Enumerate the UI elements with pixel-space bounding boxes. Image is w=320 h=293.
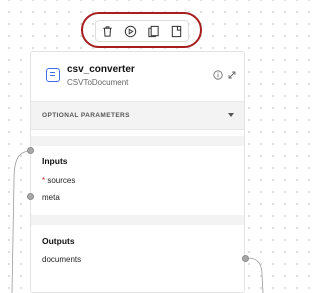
optional-parameters-toggle[interactable]: OPTIONAL PARAMETERS [31, 101, 244, 130]
input-port-label: meta [42, 193, 60, 202]
node-toolbar-highlight [81, 12, 202, 48]
output-handle-documents[interactable] [242, 255, 249, 262]
caret-down-icon [228, 113, 234, 117]
section-divider [31, 215, 244, 225]
node-toolbar [95, 20, 189, 42]
input-port-label: sources [47, 176, 76, 185]
run-button[interactable] [123, 23, 139, 39]
document-icon [46, 68, 60, 82]
required-marker: * [42, 176, 46, 185]
outputs-title: Outputs [42, 236, 75, 246]
info-icon[interactable] [213, 70, 223, 80]
optional-parameters-label: OPTIONAL PARAMETERS [42, 112, 130, 119]
inputs-title: Inputs [42, 156, 68, 166]
input-handle-sources[interactable] [27, 147, 34, 154]
input-port-meta: meta [42, 193, 60, 202]
save-button[interactable] [169, 23, 185, 39]
output-port-label: documents [42, 255, 82, 264]
duplicate-button[interactable] [146, 23, 162, 39]
node-type: CSVToDocument [67, 78, 129, 87]
trash-icon [103, 25, 112, 37]
play-icon [124, 25, 137, 37]
input-port-sources: * sources [42, 176, 75, 185]
node-header: csv_converter CSVToDocument [31, 52, 244, 101]
output-port-documents: documents [42, 255, 81, 264]
expand-icon[interactable] [227, 70, 237, 80]
bookmark-icon [171, 25, 182, 37]
node-title: csv_converter [67, 64, 135, 75]
section-divider [31, 136, 244, 146]
copy-icon [148, 25, 159, 37]
component-node[interactable]: csv_converter CSVToDocument OPTIONAL PAR… [30, 51, 245, 293]
input-handle-meta[interactable] [27, 193, 34, 200]
delete-button[interactable] [100, 23, 116, 39]
